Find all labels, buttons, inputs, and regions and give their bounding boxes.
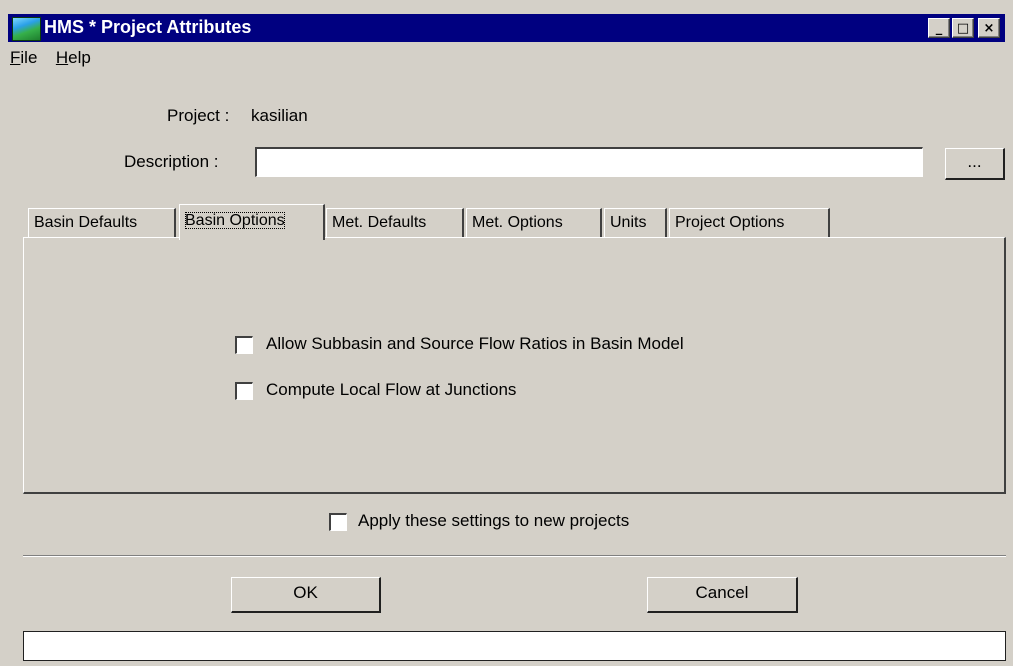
close-button[interactable]: × <box>978 18 1000 38</box>
menu-bar: File Help <box>10 48 105 70</box>
local-flow-label: Compute Local Flow at Junctions <box>266 380 517 399</box>
local-flow-checkbox[interactable] <box>235 382 253 400</box>
maximize-button[interactable]: □ <box>952 18 974 38</box>
status-bar <box>23 631 1006 661</box>
tab-met-options[interactable]: Met. Options <box>466 208 602 238</box>
tab-basin-defaults[interactable]: Basin Defaults <box>28 208 176 238</box>
separator <box>23 555 1006 557</box>
tab-project-options[interactable]: Project Options <box>669 208 830 238</box>
apply-new-projects-label: Apply these settings to new projects <box>358 511 630 530</box>
cancel-button[interactable]: Cancel <box>647 577 798 613</box>
minimize-button[interactable]: _ <box>928 18 950 38</box>
basin-options-panel: Allow Subbasin and Source Flow Ratios in… <box>23 237 1006 494</box>
menu-file[interactable]: File <box>10 48 37 68</box>
project-attributes-window: HMS * Project Attributes _ □ × File Help… <box>0 0 1013 666</box>
tab-basin-options[interactable]: Basin Options <box>179 204 325 240</box>
menu-help[interactable]: Help <box>56 48 91 68</box>
apply-new-projects-checkbox[interactable] <box>329 513 347 531</box>
hms-app-icon <box>12 17 41 41</box>
ok-button[interactable]: OK <box>231 577 381 613</box>
tab-met-defaults[interactable]: Met. Defaults <box>326 208 464 238</box>
description-input[interactable] <box>255 147 923 177</box>
browse-button[interactable]: ... <box>945 148 1005 180</box>
allow-ratios-label: Allow Subbasin and Source Flow Ratios in… <box>266 334 684 353</box>
project-name: kasilian <box>251 106 308 125</box>
title-bar[interactable]: HMS * Project Attributes _ □ × <box>8 14 1005 42</box>
description-label: Description : <box>124 152 219 171</box>
tab-units[interactable]: Units <box>604 208 667 238</box>
project-label: Project : <box>167 106 230 125</box>
window-title: HMS * Project Attributes <box>44 17 252 37</box>
allow-ratios-checkbox[interactable] <box>235 336 253 354</box>
